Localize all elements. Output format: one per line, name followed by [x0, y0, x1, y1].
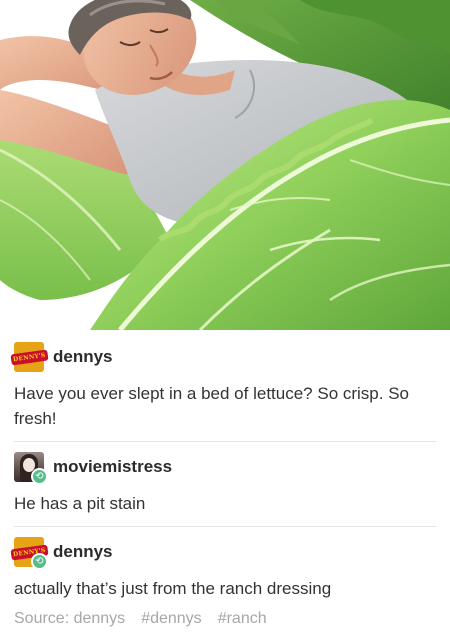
post-header: DENNY'S dennys ⟲	[10, 537, 436, 570]
tag-link[interactable]: #ranch	[218, 610, 267, 628]
divider	[14, 441, 436, 442]
post-1: DENNY'S dennys Have you ever slept in a …	[0, 342, 450, 442]
source-link[interactable]: Source: dennys	[14, 610, 125, 628]
reblog-icon: ⟲	[31, 553, 48, 570]
post-2: moviemistress ⟲ He has a pit stain	[0, 452, 450, 527]
post-header: DENNY'S dennys	[10, 342, 436, 372]
post-3: DENNY'S dennys ⟲ actually that’s just fr…	[0, 537, 450, 628]
post-photo	[0, 0, 450, 330]
post-footer: Source: dennys #dennys #ranch	[14, 610, 436, 628]
reblog-icon: ⟲	[31, 468, 48, 485]
username[interactable]: moviemistress	[53, 457, 172, 477]
username[interactable]: dennys	[53, 347, 113, 367]
divider	[14, 526, 436, 527]
tag-link[interactable]: #dennys	[141, 610, 202, 628]
man-in-lettuce-bed-image	[0, 0, 450, 330]
post-text: Have you ever slept in a bed of lettuce?…	[14, 384, 410, 428]
post-text: He has a pit stain	[14, 494, 146, 513]
post-header: moviemistress ⟲	[14, 452, 436, 485]
username[interactable]: dennys	[53, 542, 113, 562]
dennys-logo-icon[interactable]: DENNY'S	[10, 342, 48, 372]
post-text: actually that’s just from the ranch dres…	[14, 579, 332, 598]
